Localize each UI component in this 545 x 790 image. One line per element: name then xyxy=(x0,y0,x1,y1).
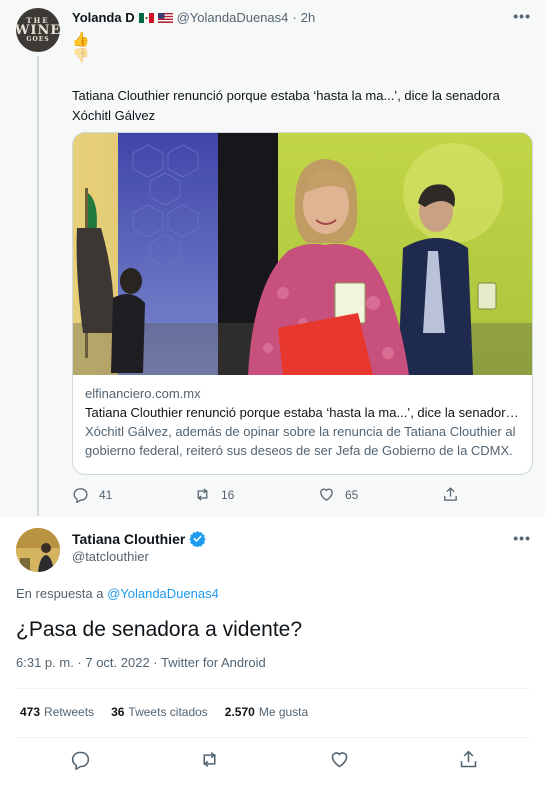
main-share-button[interactable] xyxy=(458,749,479,775)
main-avatar-illustration xyxy=(16,528,60,572)
retweets-count: 473 xyxy=(20,705,41,719)
tweet-stats: 473 Retweets 36 Tweets citados 2.570 Me gus… xyxy=(20,705,325,719)
parent-tweet-text: Tatiana Clouthier renunció porque estaba… xyxy=(72,88,500,123)
more-icon[interactable]: ••• xyxy=(513,8,531,24)
main-reply-button[interactable] xyxy=(70,749,91,775)
main-tweet-text: ¿Pasa de senadora a vidente? xyxy=(16,618,303,641)
verified-badge-icon xyxy=(189,531,207,547)
like-count: 65 xyxy=(345,487,359,502)
retweet-icon xyxy=(197,488,208,501)
separator-dot: · xyxy=(292,10,297,25)
reply-to-link[interactable]: @YolandaDuenas4 xyxy=(107,586,219,601)
retweets-stat[interactable]: 473 Retweets xyxy=(20,705,94,719)
main-author-name-row: Tatiana Clouthier xyxy=(72,530,207,547)
reply-icon xyxy=(71,751,90,771)
retweet-button[interactable]: 16 xyxy=(194,486,234,503)
reply-count: 41 xyxy=(99,487,113,502)
main-avatar[interactable] xyxy=(16,528,60,572)
parent-tweet-actions: 41 16 65 xyxy=(72,486,472,506)
share-icon xyxy=(460,750,477,768)
link-card-description: Xóchitl Gálvez, además de opinar sobre l… xyxy=(85,424,516,458)
link-card-image xyxy=(73,133,532,375)
link-card-domain: elfinanciero.com.mx xyxy=(85,386,201,401)
main-author-handle[interactable]: @tatclouthier xyxy=(72,549,149,564)
link-card[interactable]: elfinanciero.com.mx Tatiana Clouthier re… xyxy=(72,132,533,475)
parent-tweet-header: Yolanda D @YolandaDuenas4 · 2h xyxy=(72,10,315,25)
likes-stat[interactable]: 2.570 Me gusta xyxy=(225,705,308,719)
main-tweet-meta[interactable]: 6:31 p. m. · 7 oct. 2022 · Twitter for A… xyxy=(16,655,266,670)
usa-flag-icon xyxy=(157,12,173,23)
thread-line xyxy=(37,56,39,516)
main-tweet-actions xyxy=(0,745,545,775)
avatar-text-3: GOES xyxy=(26,36,50,43)
main-more-icon[interactable]: ••• xyxy=(513,530,531,546)
quotes-stat[interactable]: 36 Tweets citados xyxy=(111,705,208,719)
main-retweet-button[interactable] xyxy=(199,749,220,775)
share-icon xyxy=(444,487,457,501)
thumbs-up-emoji: 👍 xyxy=(72,31,90,47)
reply-button[interactable]: 41 xyxy=(72,486,112,503)
link-card-body: elfinanciero.com.mx Tatiana Clouthier re… xyxy=(73,375,532,470)
quotes-count: 36 xyxy=(111,705,125,719)
retweets-label: Retweets xyxy=(44,705,95,719)
divider-top xyxy=(16,688,529,689)
retweet-icon xyxy=(203,751,216,768)
like-icon xyxy=(320,488,333,501)
parent-tweet[interactable]: THE WINE GOES Yolanda D @YolandaDuenas4 … xyxy=(0,0,545,517)
main-like-button[interactable] xyxy=(329,749,350,775)
parent-author-handle[interactable]: @YolandaDuenas4 xyxy=(177,10,289,25)
parent-avatar[interactable]: THE WINE GOES xyxy=(16,8,60,52)
main-author-name[interactable]: Tatiana Clouthier xyxy=(72,531,185,547)
reply-prefix: En respuesta a xyxy=(16,586,104,601)
like-icon xyxy=(331,752,348,768)
retweet-count: 16 xyxy=(221,487,235,502)
quotes-label: Tweets citados xyxy=(128,705,208,719)
mexico-flag-icon xyxy=(138,12,154,23)
likes-count: 2.570 xyxy=(224,705,255,719)
reply-icon xyxy=(73,488,88,503)
parent-author-name[interactable]: Yolanda D xyxy=(72,10,135,25)
share-button[interactable] xyxy=(442,486,469,503)
reply-context: En respuesta a @YolandaDuenas4 xyxy=(16,586,219,601)
parent-tweet-time[interactable]: 2h xyxy=(301,10,315,25)
divider-bottom xyxy=(16,737,529,738)
article-photo-illustration xyxy=(73,133,532,375)
thumbs-down-emoji: 👎 xyxy=(72,47,90,63)
likes-label: Me gusta xyxy=(258,705,309,719)
like-button[interactable]: 65 xyxy=(318,486,358,503)
link-card-title: Tatiana Clouthier renunció porque estaba… xyxy=(85,405,520,420)
